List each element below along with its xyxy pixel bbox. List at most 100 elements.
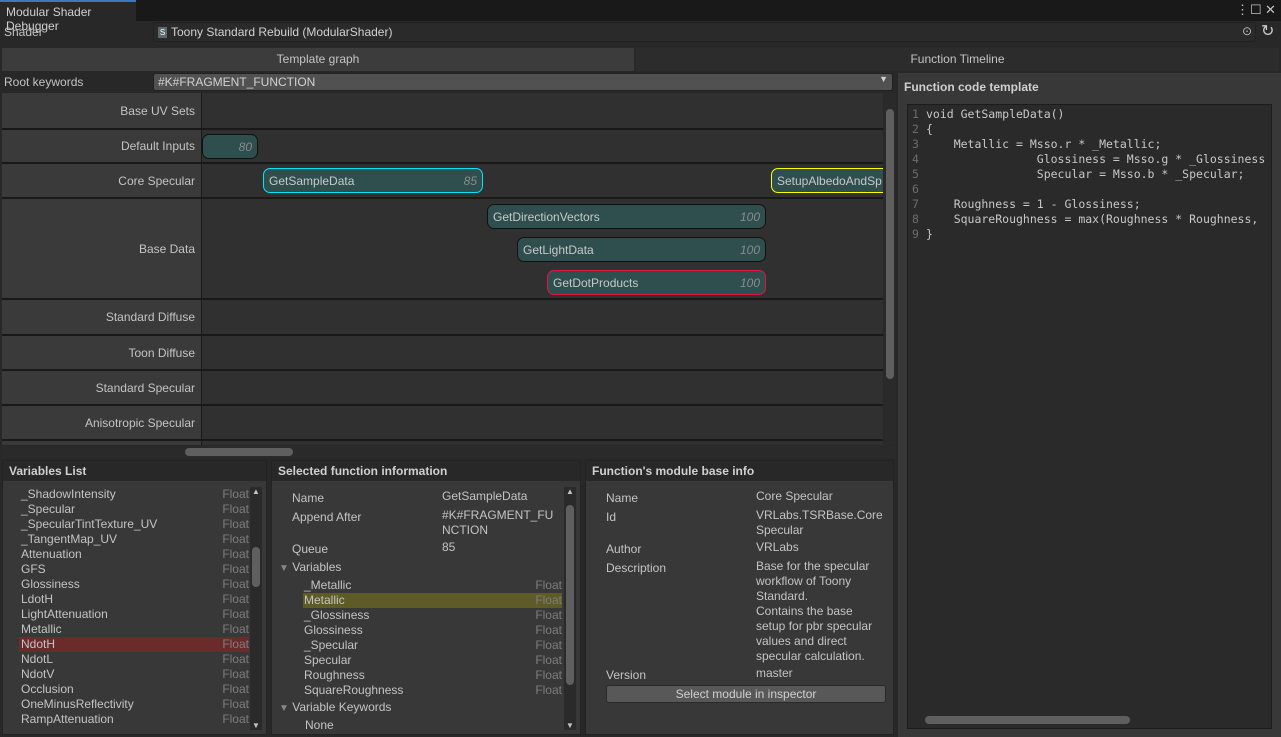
function-variable-row[interactable]: Roughness Float	[303, 668, 562, 683]
variable-type: Float	[222, 517, 249, 531]
variable-row[interactable]: _ShadowIntensity Float	[19, 487, 249, 502]
window-tab[interactable]: Modular Shader Debugger	[0, 0, 136, 33]
variable-row[interactable]: LdotH Float	[19, 592, 249, 607]
root-keywords-dropdown[interactable]: #K#FRAGMENT_FUNCTION ▼	[153, 73, 893, 91]
code-line: 8 SquareRoughness = max(Roughness * Roug…	[912, 212, 1267, 227]
graph-row-track: GetSampleData 85 SetupAlbedoAndSp	[202, 164, 883, 197]
code-line: 1 void GetSampleData()	[912, 107, 1267, 122]
selected-function-title: Selected function information	[272, 461, 580, 481]
node-queue: 100	[739, 209, 760, 224]
line-number: 4	[912, 152, 919, 166]
variable-row[interactable]: OneMinusReflectivity Float	[19, 697, 249, 712]
function-node[interactable]: GetSampleData 85	[263, 168, 483, 193]
node-queue: 100	[739, 242, 760, 257]
function-node[interactable]: GetLightData 100	[517, 237, 766, 262]
code-view[interactable]: 1 void GetSampleData() 2{3 Metallic = Msso…	[907, 104, 1272, 729]
variable-keywords-foldout[interactable]: ▼ Variable Keywords	[279, 700, 391, 715]
variable-name: NdotL	[21, 652, 54, 666]
code-line: 6	[912, 182, 1267, 197]
graph-row-track: GetDirectionVectors 100 GetLightData 100 G…	[202, 199, 883, 298]
variable-row[interactable]: NdotL Float	[19, 652, 249, 667]
module-id-value-cont: Specular	[756, 523, 804, 537]
variable-row[interactable]: Glossiness Float	[19, 577, 249, 592]
maximize-icon[interactable]: ☐	[1250, 2, 1262, 18]
code-text: Roughness = 1 - Glossiness;	[926, 197, 1141, 211]
function-variable-row[interactable]: Metallic Float	[303, 593, 562, 608]
variable-row[interactable]: Metallic Float	[19, 622, 249, 637]
variables-scrollbar[interactable]: ▲ ▼	[250, 487, 262, 730]
function-variable-row[interactable]: _Metallic Float	[303, 578, 562, 593]
module-version-value: master	[756, 666, 793, 680]
function-variable-row[interactable]: SquareRoughness Float	[303, 683, 562, 698]
variable-row[interactable]: _TangentMap_UV Float	[19, 532, 249, 547]
object-picker-icon[interactable]: ⊙	[1242, 24, 1252, 38]
module-id-value: VRLabs.TSRBase.Core	[756, 508, 883, 522]
variable-type: Float	[535, 578, 562, 592]
variable-type: Float	[222, 607, 249, 621]
line-number: 9	[912, 227, 919, 241]
function-node[interactable]: SetupAlbedoAndSp	[771, 168, 883, 193]
variable-row[interactable]: _Specular Float	[19, 502, 249, 517]
function-variable-row[interactable]: _Glossiness Float	[303, 608, 562, 623]
variable-row[interactable]: Attenuation Float	[19, 547, 249, 562]
node-name: GetDirectionVectors	[493, 209, 600, 224]
close-icon[interactable]: ✕	[1265, 2, 1276, 18]
variable-type: Float	[222, 697, 249, 711]
code-horizontal-scrollbar[interactable]	[908, 713, 1270, 727]
line-number: 8	[912, 212, 919, 226]
node-name: GetSampleData	[269, 173, 355, 188]
module-id-label: Id	[606, 510, 617, 524]
variable-name: Metallic	[21, 622, 62, 636]
variable-row[interactable]: _SpecularTintTexture_UV Float	[19, 517, 249, 532]
module-name-value: Core Specular	[756, 489, 833, 503]
scrollbar-thumb[interactable]	[566, 505, 574, 685]
variable-keywords-label: Variable Keywords	[292, 700, 392, 714]
tab-template-graph[interactable]: Template graph	[2, 48, 634, 71]
code-text: void GetSampleData()	[926, 107, 1065, 121]
code-line: 5 Specular = Msso.b * _Specular;	[912, 167, 1267, 182]
variable-type: Float	[535, 593, 562, 607]
node-name: SetupAlbedoAndSp	[777, 173, 882, 188]
variable-name: _Metallic	[304, 578, 352, 592]
variable-row[interactable]: GFS Float	[19, 562, 249, 577]
scrollbar-thumb[interactable]	[925, 716, 1130, 724]
shader-field[interactable]: S Toony Standard Rebuild (ModularShader)…	[153, 22, 1256, 42]
scrollbar-thumb[interactable]	[185, 448, 293, 456]
more-menu-icon[interactable]: ⋮	[1236, 2, 1249, 18]
variable-row[interactable]: NdotH Float	[19, 637, 249, 652]
scrollbar-thumb[interactable]	[886, 109, 894, 379]
tab-function-timeline[interactable]: Function Timeline	[636, 48, 1279, 71]
foldout-arrow-icon: ▼	[279, 703, 289, 714]
graph-vertical-scrollbar[interactable]	[884, 93, 896, 445]
variables-foldout[interactable]: ▼ Variables	[279, 560, 341, 575]
variable-type: Float	[222, 562, 249, 576]
line-number: 7	[912, 197, 919, 211]
select-module-button[interactable]: Select module in inspector	[606, 685, 886, 703]
selected-function-scrollbar[interactable]: ▲ ▼	[564, 487, 576, 730]
graph-row-label: Core Specular	[2, 164, 201, 197]
foldout-arrow-icon: ▼	[279, 563, 289, 574]
function-node[interactable]: GetDirectionVectors 100	[487, 204, 766, 229]
variable-row[interactable]: RampAttenuation Float	[19, 712, 249, 727]
template-graph[interactable]: Base UV Sets Default Inputs 80 Core Spec…	[2, 93, 883, 445]
scrollbar-thumb[interactable]	[252, 547, 260, 587]
variable-row[interactable]: LightAttenuation Float	[19, 607, 249, 622]
graph-row-track: 80	[202, 130, 883, 162]
graph-horizontal-scrollbar[interactable]	[2, 446, 896, 458]
variable-row[interactable]: Occlusion Float	[19, 682, 249, 697]
selected-function-panel: Selected function information Name GetSa…	[271, 460, 581, 735]
refresh-icon[interactable]: ↻	[1261, 21, 1274, 41]
function-variable-row[interactable]: Glossiness Float	[303, 623, 562, 638]
function-node[interactable]: GetDotProducts 100	[547, 270, 766, 295]
code-text: Glossiness = Msso.g * _Glossiness	[926, 152, 1266, 166]
variable-name: _Glossiness	[304, 608, 370, 622]
variable-type: Float	[222, 532, 249, 546]
description-line: setup for pbr specular	[756, 619, 873, 633]
function-variable-row[interactable]: _Specular Float	[303, 638, 562, 653]
module-version-label: Version	[606, 668, 647, 682]
function-variable-row[interactable]: Specular Float	[303, 653, 562, 668]
module-author-value: VRLabs	[756, 540, 799, 554]
function-node[interactable]: 80	[202, 134, 258, 159]
variable-name: _Specular	[304, 638, 359, 652]
variable-row[interactable]: NdotV Float	[19, 667, 249, 682]
